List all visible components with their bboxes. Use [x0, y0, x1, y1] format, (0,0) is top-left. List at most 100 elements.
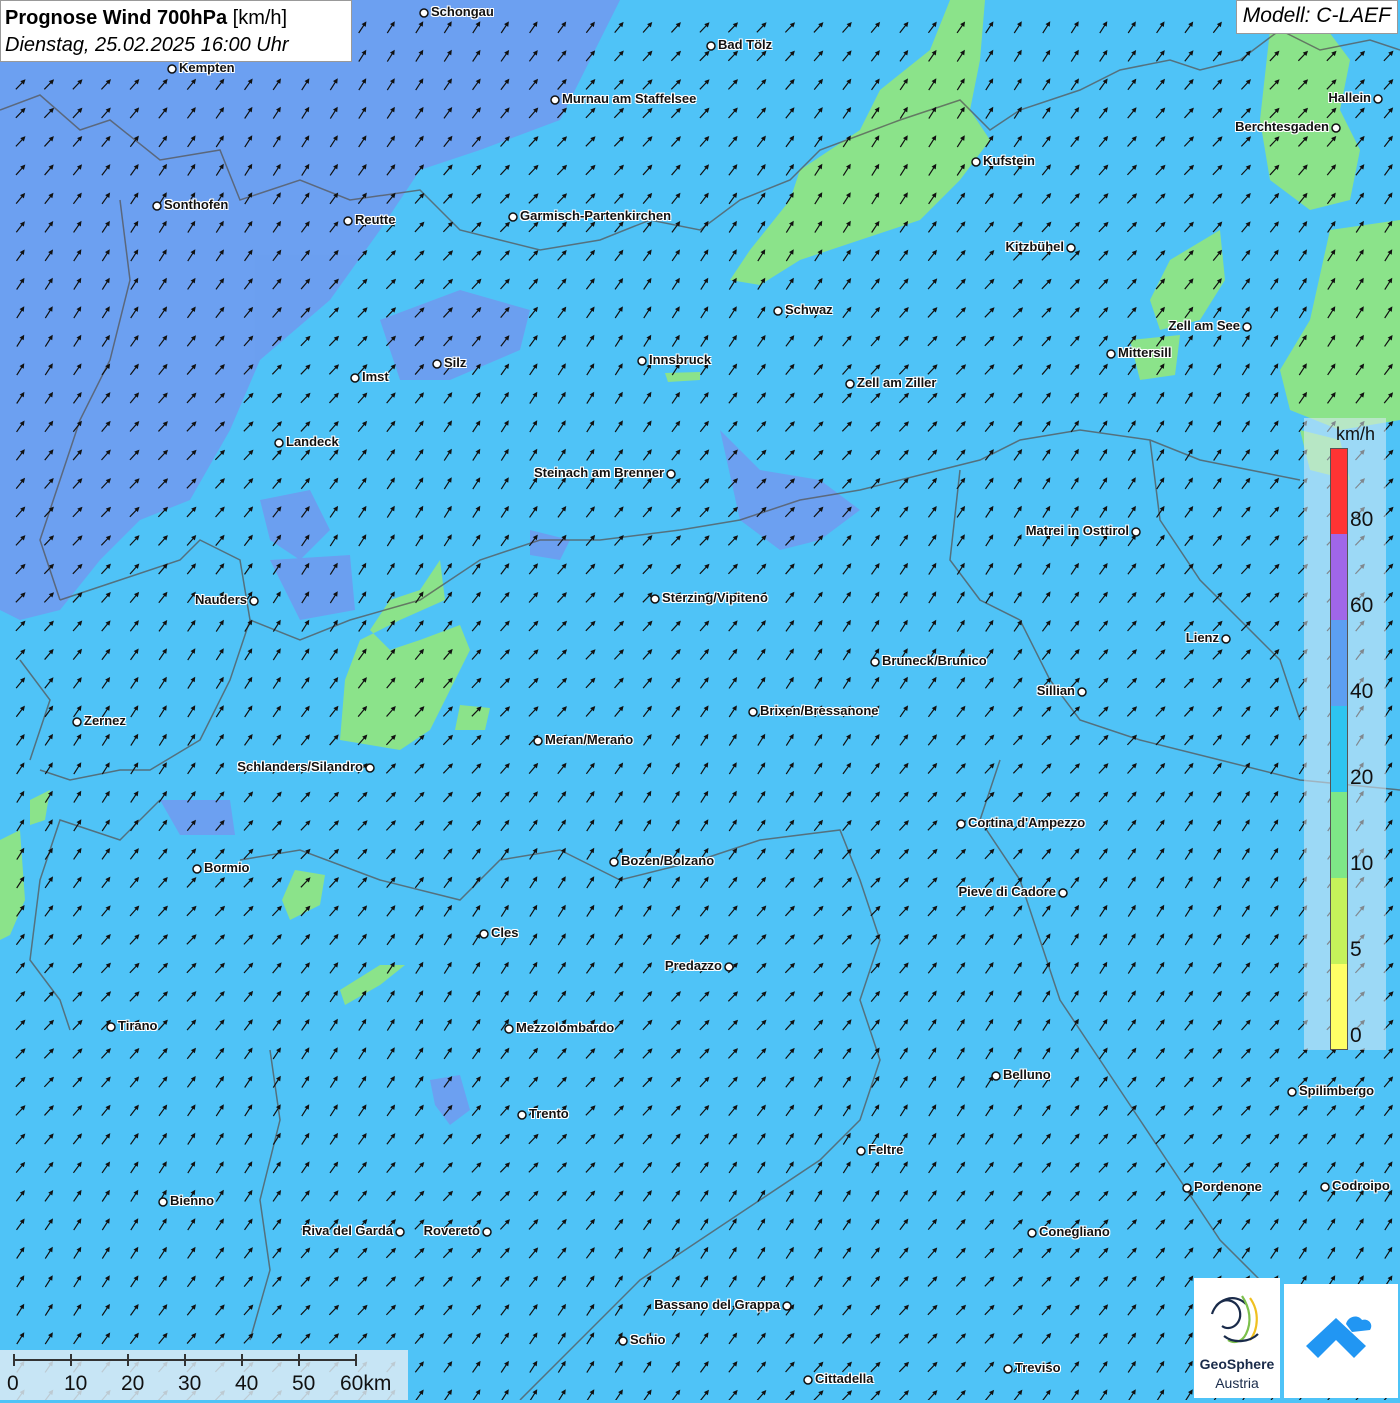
city-label: Berchtesgaden	[1235, 119, 1329, 134]
city-label: Hallein	[1328, 90, 1371, 105]
title-main: Prognose Wind 700hPa	[5, 7, 228, 29]
city-dot	[1058, 888, 1068, 898]
city-dot	[782, 1301, 792, 1311]
city-label: Feltre	[868, 1142, 904, 1157]
city-dot	[991, 1071, 1001, 1081]
city-label: Belluno	[1003, 1067, 1051, 1082]
city-dot	[1066, 243, 1076, 253]
city-label: Kufstein	[983, 153, 1035, 168]
city-label: Sillian	[1036, 683, 1075, 698]
city-label: Rovereto	[423, 1223, 480, 1238]
city-label: Bozen/Bolzano	[621, 853, 715, 868]
geosphere-logo[interactable]: GeoSphere Austria	[1194, 1278, 1280, 1398]
city-label: Cles	[491, 925, 519, 940]
city-dot	[666, 469, 676, 479]
city-dot	[419, 8, 429, 18]
city-label: Treviso	[1015, 1360, 1061, 1375]
legend-tick-label: 10	[1350, 852, 1374, 875]
city-label: Spilimbergo	[1299, 1083, 1375, 1098]
city-dot	[479, 929, 489, 939]
city-label: Meran/Merano	[545, 732, 634, 747]
legend-segment	[1330, 878, 1348, 964]
scale-tick-label: 10	[64, 1372, 88, 1395]
city-label: Nauders	[194, 592, 247, 607]
legend-segment	[1330, 534, 1348, 620]
city-dot	[1077, 687, 1087, 697]
city-dot	[152, 201, 162, 211]
city-label: Riva del Garda	[301, 1223, 393, 1238]
city-dot	[249, 596, 259, 606]
legend-tick-label: 80	[1350, 508, 1374, 531]
app-logo-icon	[1306, 1316, 1372, 1358]
city-dot	[773, 306, 783, 316]
city-label: Silz	[444, 355, 467, 370]
city-dot	[350, 373, 360, 383]
city-label: Zell am See	[1168, 318, 1240, 333]
city-dot	[508, 212, 518, 222]
geosphere-logo-icon	[1210, 1295, 1259, 1344]
city-dot	[870, 657, 880, 667]
city-dot	[1242, 322, 1252, 332]
city-label: Steinach am Brenner	[533, 465, 664, 480]
city-dot	[1221, 634, 1231, 644]
city-label: Predazzo	[664, 958, 722, 973]
legend-segment	[1330, 964, 1348, 1050]
city-label: Kitzbühel	[1005, 239, 1065, 254]
city-dot	[1003, 1364, 1013, 1374]
city-dot	[748, 707, 758, 717]
city-dot	[192, 864, 202, 874]
city-dot	[1373, 94, 1383, 104]
city-label: Reutte	[355, 212, 396, 227]
city-dot	[971, 157, 981, 167]
scale-tick-label: 30	[178, 1372, 202, 1395]
legend-colorbar	[1330, 448, 1348, 1050]
city-label: Mittersill	[1118, 345, 1172, 360]
city-label: Schio	[630, 1332, 666, 1347]
model-label: Modell: C-LAEF	[1235, 0, 1398, 34]
city-label: Sonthofen	[164, 197, 229, 212]
city-dot	[517, 1110, 527, 1120]
city-dot	[158, 1197, 168, 1207]
city-label: Lienz	[1185, 630, 1219, 645]
city-dot	[106, 1022, 116, 1032]
legend-segment	[1330, 792, 1348, 878]
scale-tick-label: 40	[235, 1372, 259, 1395]
legend-tick-label: 20	[1350, 766, 1374, 789]
legend-segment	[1330, 706, 1348, 792]
legend-tick-label: 60	[1350, 594, 1374, 617]
city-dot	[650, 594, 660, 604]
city-dot	[706, 41, 716, 51]
city-dot	[609, 857, 619, 867]
city-dot	[1331, 123, 1341, 133]
city-dot	[618, 1336, 628, 1346]
city-dot	[1320, 1182, 1330, 1192]
city-label: Codroipo	[1332, 1178, 1390, 1193]
warning-app-logo[interactable]	[1284, 1284, 1398, 1398]
city-dot	[343, 216, 353, 226]
city-label: Brixen/Bressanone	[760, 703, 879, 718]
city-label: Cortina d'Ampezzo	[968, 815, 1086, 830]
city-dot	[274, 438, 284, 448]
legend-segment	[1330, 448, 1348, 534]
city-dot	[1287, 1087, 1297, 1097]
city-dot	[1131, 527, 1141, 537]
city-label: Zell am Ziller	[857, 375, 937, 390]
city-dot	[1182, 1183, 1192, 1193]
city-dot	[1106, 349, 1116, 359]
city-dot	[72, 717, 82, 727]
city-label: Trento	[529, 1106, 569, 1121]
city-dot	[956, 819, 966, 829]
legend-tick-label: 5	[1350, 938, 1362, 961]
city-label: Bruneck/Brunico	[882, 653, 987, 668]
scale-tick-label: 20	[121, 1372, 145, 1395]
city-label: Sterzing/Vipiteno	[662, 590, 768, 605]
city-dot	[167, 64, 177, 74]
city-label: Murnau am Staffelsee	[562, 91, 697, 106]
city-label: Bormio	[204, 860, 250, 875]
city-dot	[550, 95, 560, 105]
city-dot	[856, 1146, 866, 1156]
city-label: Zernez	[84, 713, 126, 728]
legend-segment	[1330, 620, 1348, 706]
city-dot	[365, 763, 375, 773]
city-label: Schlanders/Silandro	[237, 759, 363, 774]
